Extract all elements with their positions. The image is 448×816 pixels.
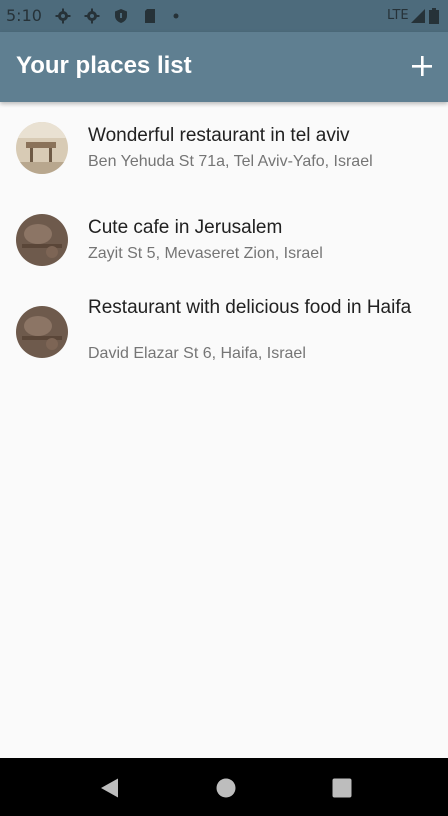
shield-icon xyxy=(115,9,127,23)
place-image xyxy=(16,214,68,266)
gear-icon xyxy=(55,8,71,24)
add-place-button[interactable] xyxy=(406,50,438,82)
home-button[interactable] xyxy=(215,777,237,799)
home-icon xyxy=(216,778,236,798)
dot-icon xyxy=(173,13,179,19)
place-address: Zayit St 5, Mevaseret Zion, Israel xyxy=(88,245,323,262)
place-image xyxy=(16,122,68,174)
place-address: David Elazar St 6, Haifa, Israel xyxy=(88,345,306,362)
recents-button[interactable] xyxy=(331,777,353,799)
list-item[interactable]: Restaurant with delicious food in Haifa … xyxy=(0,286,448,386)
recents-icon xyxy=(332,778,352,798)
place-address: Ben Yehuda St 71a, Tel Aviv-Yafo, Israel xyxy=(88,153,373,170)
back-button[interactable] xyxy=(99,777,121,799)
plus-icon xyxy=(412,56,432,76)
place-image xyxy=(16,306,68,358)
place-avatar xyxy=(16,214,68,266)
screen: 5:10 LTE Your places list Wonderful rest… xyxy=(0,0,448,816)
battery-icon xyxy=(429,8,439,24)
navigation-bar xyxy=(0,758,448,816)
gear-icon xyxy=(84,8,100,24)
status-time: 5:10 xyxy=(6,6,42,25)
place-title: Restaurant with delicious food in Haifa xyxy=(88,297,412,318)
list-item[interactable]: Wonderful restaurant in tel aviv Ben Yeh… xyxy=(0,102,448,194)
page-title: Your places list xyxy=(16,52,192,79)
sd-card-icon xyxy=(145,9,155,23)
status-bar: 5:10 LTE xyxy=(0,0,448,32)
network-type: LTE xyxy=(387,8,409,23)
place-title: Wonderful restaurant in tel aviv xyxy=(88,125,350,146)
back-icon xyxy=(101,778,118,798)
app-bar: Your places list xyxy=(0,32,448,102)
signal-icon xyxy=(411,9,425,23)
place-title: Cute cafe in Jerusalem xyxy=(88,217,283,238)
places-list: Wonderful restaurant in tel aviv Ben Yeh… xyxy=(0,102,448,386)
list-item[interactable]: Cute cafe in Jerusalem Zayit St 5, Mevas… xyxy=(0,194,448,286)
place-avatar xyxy=(16,306,68,358)
place-avatar xyxy=(16,122,68,174)
